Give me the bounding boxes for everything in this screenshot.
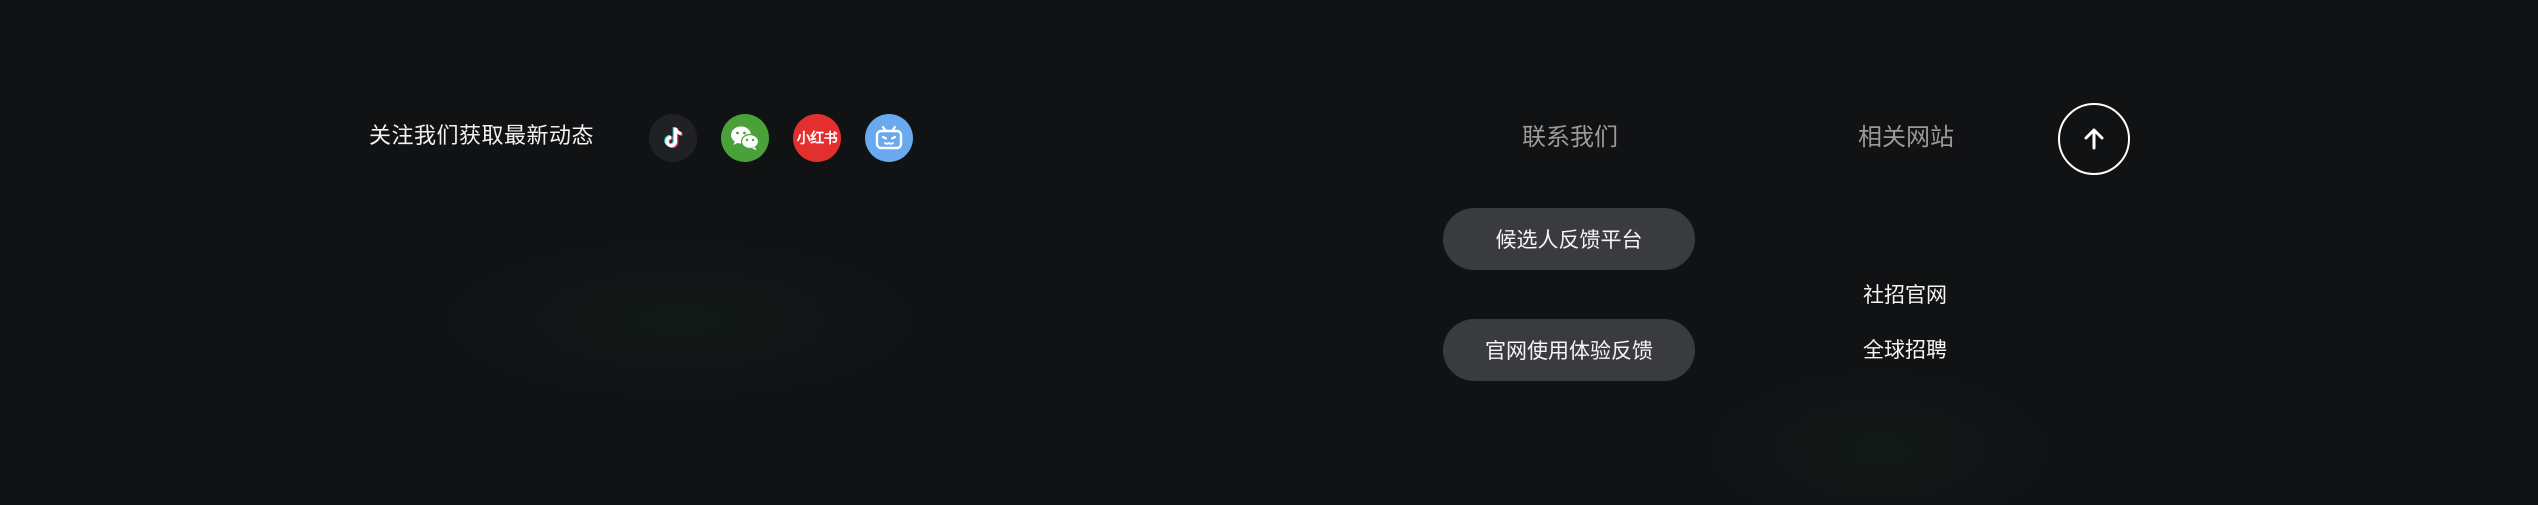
douyin-glyph <box>664 126 683 149</box>
global-recruitment-link[interactable]: 全球招聘 <box>1863 335 1947 365</box>
douyin-icon[interactable] <box>649 114 697 162</box>
site-footer: 关注我们获取最新动态 小红书 联系我们 相关网站 候选人反馈平台 官网使用体验反… <box>0 0 2538 505</box>
wechat-glyph <box>731 126 760 151</box>
social-recruitment-link[interactable]: 社招官网 <box>1863 280 1947 310</box>
candidate-feedback-button[interactable]: 候选人反馈平台 <box>1443 208 1695 270</box>
xiaohongshu-icon[interactable]: 小红书 <box>793 114 841 162</box>
bilibili-icon[interactable] <box>865 114 913 162</box>
xiaohongshu-icon-text: 小红书 <box>796 131 838 147</box>
site-experience-feedback-button[interactable]: 官网使用体验反馈 <box>1443 319 1695 381</box>
bilibili-glyph <box>875 125 903 150</box>
related-sites-title: 相关网站 <box>1858 123 1954 151</box>
contact-us-title: 联系我们 <box>1522 123 1618 151</box>
back-to-top-button[interactable] <box>2058 103 2130 175</box>
arrow-up-icon <box>2084 128 2104 150</box>
follow-us-label: 关注我们获取最新动态 <box>369 124 595 149</box>
wechat-icon[interactable] <box>721 114 769 162</box>
